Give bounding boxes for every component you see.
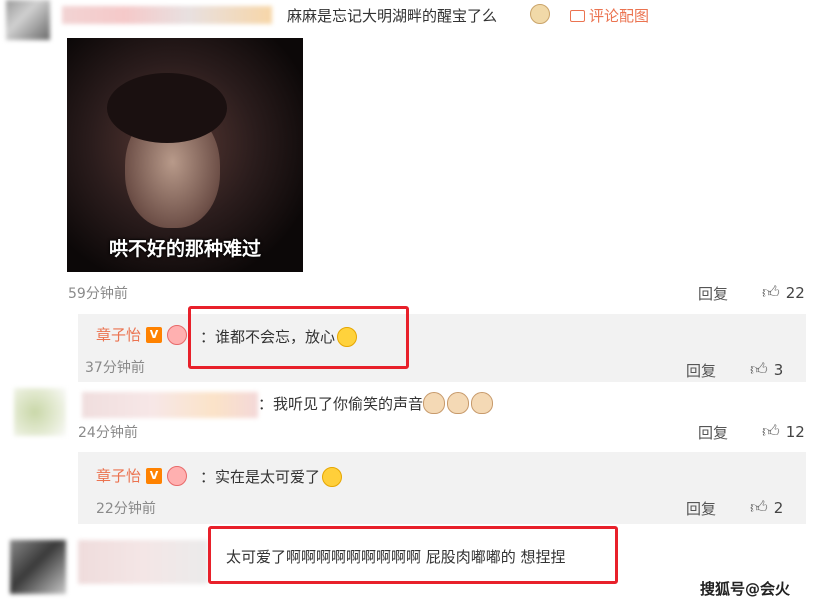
highlight-box [208, 526, 618, 584]
photo-caption: 哄不好的那种难过 [108, 238, 261, 260]
like-button[interactable]: 👍︎ 22 [762, 282, 805, 303]
image-link-label: 评论配图 [589, 7, 650, 25]
comment-text: 麻麻是忘记大明湖畔的醒宝了么 [287, 7, 498, 25]
reply-author[interactable]: 章子怡 [96, 465, 141, 486]
reply-time: 22分钟前 [96, 501, 156, 517]
reply-time: 37分钟前 [85, 360, 145, 376]
verified-badge-icon: V [146, 326, 163, 343]
avatar[interactable] [14, 388, 66, 436]
highlight-box [188, 306, 409, 369]
reply-author[interactable]: 章子怡 [96, 324, 141, 345]
reply-button[interactable]: 回复 [686, 498, 716, 519]
reply-header: 章子怡 V [96, 324, 188, 345]
like-count: 3 [773, 360, 784, 379]
thumbs-up-icon: 👍︎ [762, 422, 780, 442]
cat-emoji-icon [447, 392, 470, 414]
doge-emoji-icon [530, 4, 550, 24]
reply-button[interactable]: 回复 [698, 422, 728, 443]
comment-time: 24分钟前 [78, 425, 138, 441]
member-icon [167, 465, 188, 486]
like-button[interactable]: 👍︎ 12 [762, 421, 805, 442]
photo-hair [107, 73, 227, 143]
like-button[interactable]: 👍︎ 2 [750, 497, 783, 518]
thumbs-up-icon: 👍︎ [762, 283, 780, 303]
like-button[interactable]: 👍︎ 3 [750, 359, 783, 380]
like-count: 22 [785, 283, 805, 302]
watermark: 搜狐号@会火 [700, 580, 791, 598]
comment-photo[interactable]: 哄不好的那种难过 [67, 38, 303, 272]
username-blurred[interactable] [62, 6, 272, 24]
image-link[interactable]: 评论配图 [570, 5, 649, 26]
verified-badge-icon: V [146, 467, 163, 484]
cat-emoji-icon [471, 392, 494, 414]
avatar[interactable] [10, 540, 66, 594]
username-blurred[interactable] [78, 540, 208, 584]
laughing-emoji-icon [322, 466, 343, 487]
like-count: 12 [785, 422, 805, 441]
reply-text: ：实在是太可爱了 [200, 466, 343, 487]
username-blurred[interactable] [82, 392, 258, 418]
cat-emoji-icon [423, 392, 446, 414]
avatar[interactable] [6, 0, 50, 40]
comment-time: 59分钟前 [68, 286, 128, 302]
reply-button[interactable]: 回复 [686, 360, 716, 381]
comment-text: ：我听见了你偷笑的声音 [258, 392, 495, 414]
picture-icon [570, 9, 585, 22]
reply-button[interactable]: 回复 [698, 283, 728, 304]
member-icon [167, 324, 188, 345]
like-count: 2 [773, 498, 784, 517]
reply-header: 章子怡 V [96, 465, 188, 486]
thumbs-up-icon: 👍︎ [750, 360, 768, 380]
thumbs-up-icon: 👍︎ [750, 498, 768, 518]
